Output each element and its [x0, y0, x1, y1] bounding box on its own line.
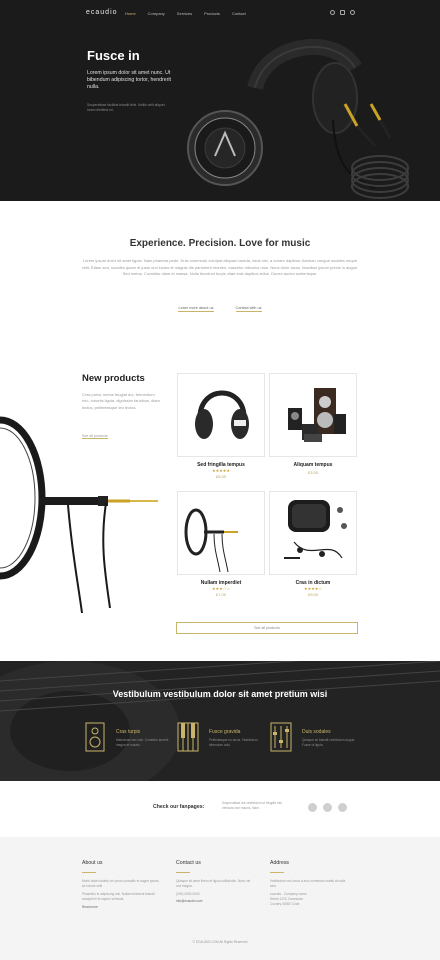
mixer-icon — [270, 722, 292, 752]
nav-item-contact[interactable]: Contact — [232, 11, 246, 16]
divider — [176, 872, 190, 873]
copyright: © ECAUDIO.COM All Rights Reserved — [192, 940, 248, 944]
feature-name: Fusce gravida — [209, 729, 241, 735]
google-icon[interactable] — [338, 803, 347, 812]
features-section: Vestibulum vestibulum dolor sit amet pre… — [0, 661, 440, 781]
speaker-icon — [85, 722, 105, 752]
fanpages-section: Check our fanpages: Suspendisse dui vest… — [0, 781, 440, 837]
experience-text: Lorem ipsum dolor sit amet ligula. Nam p… — [81, 258, 359, 277]
page: ecaudio Home Company Services Products C… — [0, 0, 440, 960]
feature-desc: Maecenas nec wisi. Curabitur laoreet mag… — [116, 738, 169, 747]
headphones-product-image — [195, 390, 249, 439]
new-products-text: Cras porta, metus feugiat dui, fermentum… — [82, 392, 160, 410]
fanpages-text: Suspendisse dui vestibulum ut fringilla … — [222, 801, 283, 810]
divider — [82, 872, 96, 873]
hero-small-text: Suspendisse facilisis blandit felis. Mol… — [87, 103, 165, 112]
contact-link[interactable]: Contact with us — [235, 306, 262, 312]
product-rating: ★★★★☆ — [304, 586, 322, 591]
nav-icons — [330, 10, 355, 15]
footer-about-title: About us — [82, 860, 103, 866]
feature-name: Cras turpis — [116, 729, 141, 735]
read-more-link[interactable]: Read more — [82, 905, 162, 909]
product-image-frame[interactable] — [177, 373, 265, 457]
product-rating: ★★★☆☆ — [212, 586, 230, 591]
search-icon[interactable] — [350, 10, 355, 15]
footer-contact: Contact us Quisque sit amet libero et li… — [176, 860, 256, 903]
product-price: £3.00 — [307, 470, 318, 475]
footer: About us Morbi vitae lobortis vel purus … — [0, 837, 440, 960]
footer-phone: (000) 0000-0000 — [176, 892, 200, 896]
experience-links: Learn more about us Contact with us — [0, 306, 440, 312]
logo[interactable]: ecaudio — [86, 9, 118, 16]
feature-item: Cras turpis Maecenas nec wisi. Curabitur… — [84, 722, 174, 756]
footer-about-text2: Phasellus in adipiscing nisl. Nullam tin… — [82, 892, 155, 901]
product-price: £9.00 — [307, 592, 318, 597]
footer-address-text: Vestibulum nec lacus a arcu commodo matt… — [270, 879, 346, 888]
footer-address: Address Vestibulum nec lacus a arcu comm… — [270, 860, 350, 907]
nav-item-products[interactable]: Products — [204, 11, 220, 16]
social-icons — [308, 803, 347, 812]
earphone-product-image — [184, 508, 238, 573]
product-image-frame[interactable] — [269, 373, 357, 457]
piano-icon — [177, 722, 199, 752]
nav-item-services[interactable]: Services — [177, 11, 192, 16]
products-section: New products Cras porta, metus feugiat d… — [0, 345, 440, 661]
feature-name: Duis sodales — [302, 729, 331, 735]
learn-more-link[interactable]: Learn more about us — [178, 306, 214, 312]
footer-email-link[interactable]: info@ecaudio.com — [176, 899, 256, 903]
see-all-products-link[interactable]: See all products — [82, 434, 108, 439]
product-name[interactable]: Aliquam tempus — [269, 462, 357, 468]
footer-contact-text: Quisque sit amet libero et ligula sollic… — [176, 879, 251, 888]
fanpages-title: Check our fanpages: — [153, 804, 205, 810]
footer-address-line3: Country 00000 Code — [270, 902, 300, 906]
experience-section: Experience. Precision. Love for music Lo… — [0, 201, 440, 345]
nav-item-home[interactable]: Home — [125, 11, 136, 16]
product-rating: ★★★★★ — [212, 468, 230, 473]
twitter-icon[interactable] — [323, 803, 332, 812]
feature-desc: Pellentesque eu lacus. Vestibulum bibend… — [209, 738, 258, 747]
footer-contact-title: Contact us — [176, 860, 201, 866]
user-icon[interactable] — [330, 10, 335, 15]
product-price: £5.00 — [215, 474, 226, 479]
nav-item-company[interactable]: Company — [148, 11, 165, 16]
footer-address-title: Address — [270, 860, 290, 866]
new-products-title: New products — [82, 373, 145, 384]
hero-title: Fusce in — [87, 48, 140, 63]
nav-links: Home Company Services Products Contact — [125, 11, 246, 16]
product-image-frame[interactable] — [177, 491, 265, 575]
product-price: £7.00 — [215, 592, 226, 597]
guitar-background — [0, 661, 440, 781]
earphone-kit-product-image — [284, 500, 347, 559]
facebook-icon[interactable] — [308, 803, 317, 812]
cart-icon[interactable] — [340, 10, 345, 15]
footer-about: About us Morbi vitae lobortis vel purus … — [82, 860, 162, 909]
divider — [270, 872, 284, 873]
hero-subtitle: Lorem ipsum dolor sit amet nunc. Ut bibe… — [87, 70, 171, 90]
feature-desc: Quisque ac blandit vestibulum augue. Fus… — [302, 738, 356, 747]
features-title: Vestibulum vestibulum dolor sit amet pre… — [112, 689, 328, 699]
feature-item: Fusce gravida Pellentesque eu lacus. Ves… — [177, 722, 267, 756]
feature-item: Duis sodales Quisque ac blandit vestibul… — [270, 722, 360, 756]
headphones-image — [187, 39, 409, 199]
product-image-frame[interactable] — [269, 491, 357, 575]
experience-title: Experience. Precision. Love for music — [129, 238, 311, 249]
hero-section: ecaudio Home Company Services Products C… — [0, 0, 440, 201]
see-all-products-button[interactable]: See all products — [176, 622, 358, 634]
footer-about-text1: Morbi vitae lobortis vel purus convallis… — [82, 879, 160, 888]
top-nav: ecaudio Home Company Services Products C… — [0, 0, 440, 28]
speakers-product-image — [288, 388, 346, 442]
